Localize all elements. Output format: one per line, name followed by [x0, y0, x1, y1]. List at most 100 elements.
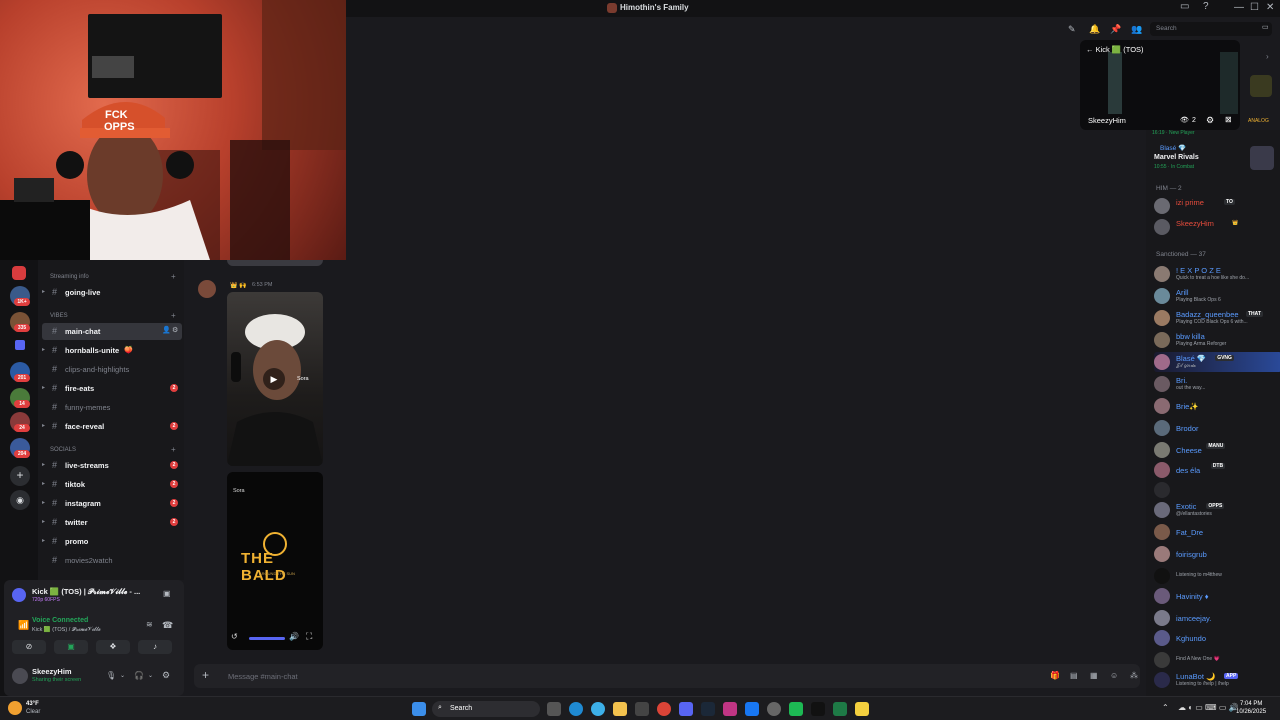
spotify-icon[interactable] — [789, 702, 803, 716]
member[interactable]: Cheese MANU — [1154, 440, 1278, 460]
member[interactable]: izi prime TO — [1154, 196, 1278, 216]
threads-icon[interactable]: ✎ — [1068, 24, 1076, 35]
channel-twitter[interactable]: ▸ # twitter 2 — [42, 514, 182, 531]
add-channel-icon[interactable]: + — [171, 445, 176, 454]
clock-time[interactable]: 7:04 PM — [1240, 701, 1262, 707]
steam-icon[interactable] — [701, 702, 715, 716]
taskbar-search[interactable]: ⌕ Search — [432, 701, 540, 717]
members-icon[interactable]: 👥 — [1131, 24, 1142, 35]
channel-fire-eats[interactable]: ▸ # fire-eats 2 — [42, 380, 182, 397]
weather-icon[interactable] — [8, 701, 22, 715]
gear-icon[interactable]: ⚙ — [162, 670, 170, 681]
add-server-icon[interactable]: + — [10, 466, 30, 486]
weather-temp[interactable]: 43°F — [26, 701, 39, 707]
microphone-icon[interactable]: 🎙 — [106, 671, 116, 680]
member[interactable]: Listening to m4tthew — [1154, 566, 1278, 586]
member[interactable]: SkeezyHim 👑 — [1154, 217, 1278, 237]
file-explorer-icon[interactable] — [613, 702, 627, 716]
emoji-icon[interactable]: ☺ — [1110, 671, 1118, 680]
settings-icon[interactable] — [767, 702, 781, 716]
member[interactable]: LunaBot 🌙 Listening to /help | /help APP — [1154, 670, 1278, 690]
discover-icon[interactable]: ◉ — [10, 490, 30, 510]
member[interactable]: bbw killa Playing Arma Reforger — [1154, 330, 1278, 350]
member[interactable]: Fat_Dre — [1154, 522, 1278, 542]
invite-icon[interactable]: 👤 — [162, 326, 171, 334]
tray-icons[interactable]: ☁ ◐ ▭ ⌨ ▭ 🔊 — [1178, 703, 1239, 712]
member[interactable]: Arill Playing Black Ops 6 — [1154, 286, 1278, 306]
discord-taskbar-icon[interactable] — [679, 702, 693, 716]
channel-going-live[interactable]: ▸ # going-live — [42, 284, 182, 301]
apps-icon[interactable]: ⁂ — [1130, 671, 1138, 680]
member[interactable]: Bri. out the way... — [1154, 374, 1278, 394]
member[interactable] — [1154, 480, 1278, 500]
disconnect-icon[interactable]: ☎ — [162, 620, 173, 631]
maximize-button[interactable]: ☐ — [1250, 2, 1259, 13]
play-icon[interactable]: ▶ — [263, 368, 285, 390]
headphones-icon[interactable]: 🎧 — [134, 671, 144, 680]
chevron-right-icon[interactable]: › — [1266, 52, 1269, 61]
inbox-icon[interactable]: ▭ — [1262, 23, 1269, 31]
activities-button[interactable]: ❖ — [96, 640, 130, 654]
popout-icon[interactable]: ▣ — [163, 589, 171, 598]
soundboard-button[interactable]: ♪ — [138, 640, 172, 654]
voice-channel-name[interactable]: Kick 🟩 (TOS) | 𝓟𝓻𝓲𝓶𝓮𝓥𝓲𝓵𝓵𝓮 - ... — [32, 587, 156, 597]
folder-icon[interactable] — [15, 340, 25, 350]
windows-start-icon[interactable] — [412, 702, 426, 716]
volume-icon[interactable]: 🔊 — [289, 632, 299, 641]
tiktok-icon[interactable] — [811, 702, 825, 716]
member[interactable]: Havinity ♦ — [1154, 586, 1278, 606]
add-channel-icon[interactable]: + — [171, 311, 176, 320]
task-view-icon[interactable] — [547, 702, 561, 716]
category-vibes[interactable]: VIBES — [50, 313, 68, 319]
bell-icon[interactable]: 🔔 — [1089, 24, 1100, 35]
message-composer[interactable]: + Message #main-chat 🎁 ▤ ▦ ☺ ⁂ — [194, 664, 1140, 688]
voice-status[interactable]: Voice Connected — [32, 617, 88, 624]
camera-button[interactable]: ⊘ — [12, 640, 46, 654]
gear-icon[interactable]: ⚙ — [1206, 115, 1214, 126]
sticky-notes-icon[interactable] — [855, 702, 869, 716]
channel-movies2watch[interactable]: # movies2watch — [42, 552, 182, 569]
xbox-icon[interactable] — [833, 702, 847, 716]
chrome-icon[interactable] — [657, 702, 671, 716]
edge-icon[interactable] — [569, 702, 583, 716]
pin-icon[interactable]: 📌 — [1110, 24, 1121, 35]
screen-share-button[interactable]: ▣ — [54, 640, 88, 654]
member[interactable]: Brodor — [1154, 418, 1278, 438]
channel-live-streams[interactable]: ▸ # live-streams 2 — [42, 457, 182, 474]
channel-face-reveal[interactable]: ▸ # face-reveal 2 — [42, 418, 182, 435]
server-icon[interactable] — [12, 266, 26, 280]
search-input[interactable]: Search — [1150, 22, 1272, 36]
inbox-icon[interactable]: ▭ — [1180, 1, 1189, 12]
gift-icon[interactable]: 🎁 — [1050, 671, 1060, 680]
member[interactable]: Brie✨ — [1154, 396, 1278, 416]
previous-attachment[interactable] — [227, 260, 323, 266]
member[interactable]: ! E X P O Z E Quick to treat a hoe like s… — [1154, 264, 1278, 284]
fullscreen-icon[interactable]: ⛶ — [306, 631, 312, 642]
noise-suppression-icon[interactable]: ≋ — [146, 620, 153, 629]
sticker-icon[interactable]: ▦ — [1090, 671, 1098, 680]
copilot-icon[interactable] — [591, 702, 605, 716]
channel-promo[interactable]: ▸ # promo — [42, 533, 182, 550]
tray-chevron-icon[interactable]: ⌃ — [1162, 703, 1169, 712]
channel-instagram[interactable]: ▸ # instagram 2 — [42, 495, 182, 512]
channel-funny-memes[interactable]: # funny-memes — [42, 399, 182, 416]
category-streaming-info[interactable]: Streaming info — [50, 274, 89, 280]
help-icon[interactable]: ? — [1203, 1, 1209, 12]
app-icon[interactable] — [745, 702, 759, 716]
add-channel-icon[interactable]: + — [171, 272, 176, 281]
member[interactable]: iamceejay. — [1154, 608, 1278, 628]
member[interactable]: Find A New One 💗 — [1154, 650, 1278, 670]
close-preview-icon[interactable]: ⊠ — [1225, 115, 1232, 124]
message-input[interactable]: Message #main-chat — [228, 672, 298, 681]
channel-clips-and-highlights[interactable]: # clips-and-highlights — [42, 361, 182, 378]
member[interactable]: foirisgrub — [1154, 544, 1278, 564]
member[interactable]: Badazz_queenbee Playing COD Black Ops 6 w… — [1154, 308, 1278, 328]
member[interactable]: des éla DTB — [1154, 460, 1278, 480]
channel-main-chat[interactable]: # main-chat 👤 ⚙ — [42, 323, 182, 340]
channel-hornballs-unite[interactable]: ▸ # hornballs-unite 🍑 — [42, 342, 182, 359]
gear-icon[interactable]: ⚙ — [172, 326, 178, 334]
member[interactable]: Kghundo — [1154, 628, 1278, 648]
member[interactable]: Exotic @/ellantastories OPPS — [1154, 500, 1278, 520]
avatar[interactable] — [198, 280, 216, 298]
stream-preview[interactable]: ← Kick 🟩 (TOS) SkeezyHim 👁 2 ⚙ ⊠ — [1080, 40, 1240, 130]
